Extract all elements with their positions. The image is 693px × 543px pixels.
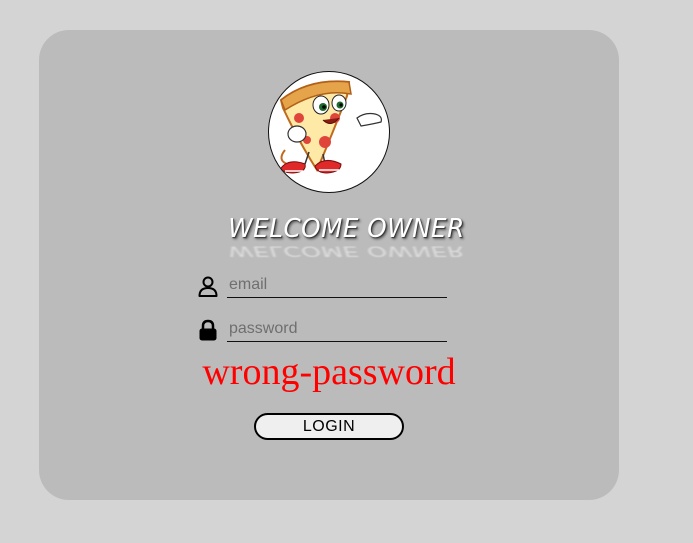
page-title: WELCOME OWNER: [228, 214, 465, 244]
email-field[interactable]: [227, 272, 447, 298]
lock-icon: [197, 319, 219, 341]
error-message: wrong-password: [202, 351, 456, 393]
pizza-mascot-icon: [268, 71, 390, 193]
password-field-row: [197, 316, 449, 344]
user-icon: [197, 275, 219, 297]
login-button[interactable]: LOGIN: [254, 413, 404, 440]
password-field[interactable]: [227, 316, 447, 342]
email-field-row: [197, 272, 449, 300]
